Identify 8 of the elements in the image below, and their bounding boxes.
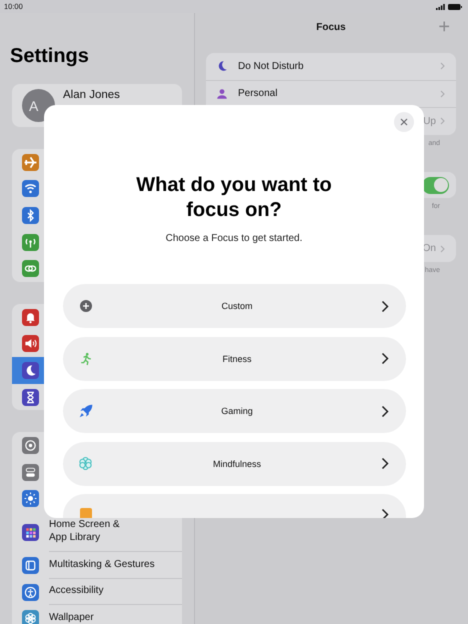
- dialog-subtitle: Choose a Focus to get started.: [166, 233, 302, 244]
- settings-title: Settings: [10, 44, 90, 68]
- profile-name: Alan Jones: [63, 89, 120, 101]
- dialog-title: What do you want to focus on?: [136, 173, 332, 223]
- focus-label: Do Not Disturb: [238, 60, 305, 72]
- row-value: Up: [423, 116, 436, 127]
- focus-label: Personal: [238, 88, 278, 100]
- focus-title: Focus: [316, 22, 346, 32]
